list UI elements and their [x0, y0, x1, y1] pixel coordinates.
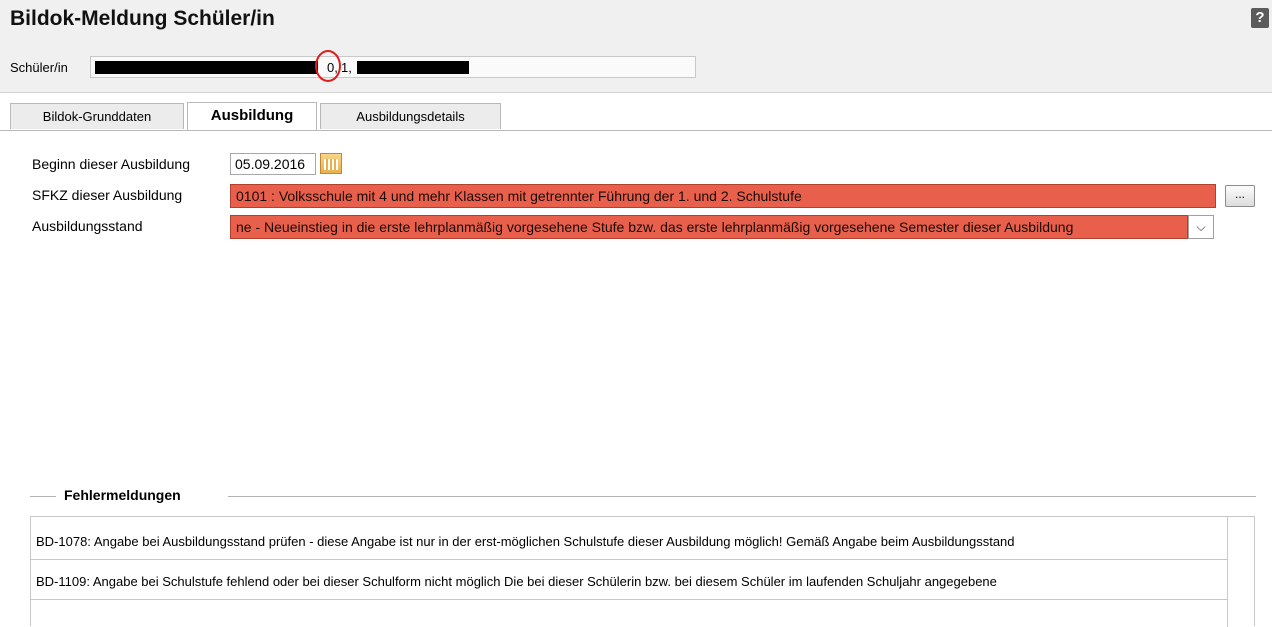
chevron-down-icon[interactable]: ⌵ [1188, 215, 1214, 239]
stand-label: Ausbildungsstand [32, 218, 143, 234]
error-row[interactable]: BD-1078: Angabe bei Ausbildungsstand prü… [31, 524, 1227, 560]
begin-label: Beginn dieser Ausbildung [32, 156, 191, 172]
redaction-bar [95, 61, 318, 74]
begin-date-field[interactable]: 05.09.2016 [230, 153, 316, 175]
sfkz-field[interactable]: 0101 : Volksschule mit 4 und mehr Klasse… [230, 184, 1216, 208]
errors-table: BD-1078: Angabe bei Ausbildungsstand prü… [30, 516, 1255, 627]
tab-bar: Bildok-Grunddaten Ausbildung Ausbildungs… [0, 100, 1272, 131]
sfkz-label: SFKZ dieser Ausbildung [32, 187, 183, 203]
calendar-icon[interactable] [320, 153, 342, 174]
fieldset-divider [30, 496, 56, 497]
student-label: Schüler/in [10, 60, 68, 75]
errors-legend: Fehlermeldungen [64, 487, 181, 503]
tab-ausbildungsdetails[interactable]: Ausbildungsdetails [320, 103, 501, 129]
help-icon[interactable]: ? [1251, 8, 1269, 28]
page-title: Bildok-Meldung Schüler/in [10, 7, 275, 30]
tab-bildok-grunddaten[interactable]: Bildok-Grunddaten [10, 103, 184, 129]
fieldset-divider [228, 496, 1256, 497]
table-scroll-column [1227, 517, 1255, 627]
error-row[interactable]: BD-1109: Angabe bei Schulstufe fehlend o… [31, 564, 1227, 600]
redaction-bar [357, 61, 469, 74]
annotation-circle [315, 50, 341, 82]
tab-ausbildung[interactable]: Ausbildung [187, 102, 317, 130]
student-name-fragment: 1, [341, 60, 352, 75]
ausbildungsstand-select[interactable]: ne - Neueinstieg in die erste lehrplanmä… [230, 215, 1188, 239]
student-name-field: 0, 1, [90, 56, 696, 78]
page-header: Bildok-Meldung Schüler/in ? Schüler/in 0… [0, 0, 1272, 93]
sfkz-browse-button[interactable]: ... [1225, 185, 1255, 207]
